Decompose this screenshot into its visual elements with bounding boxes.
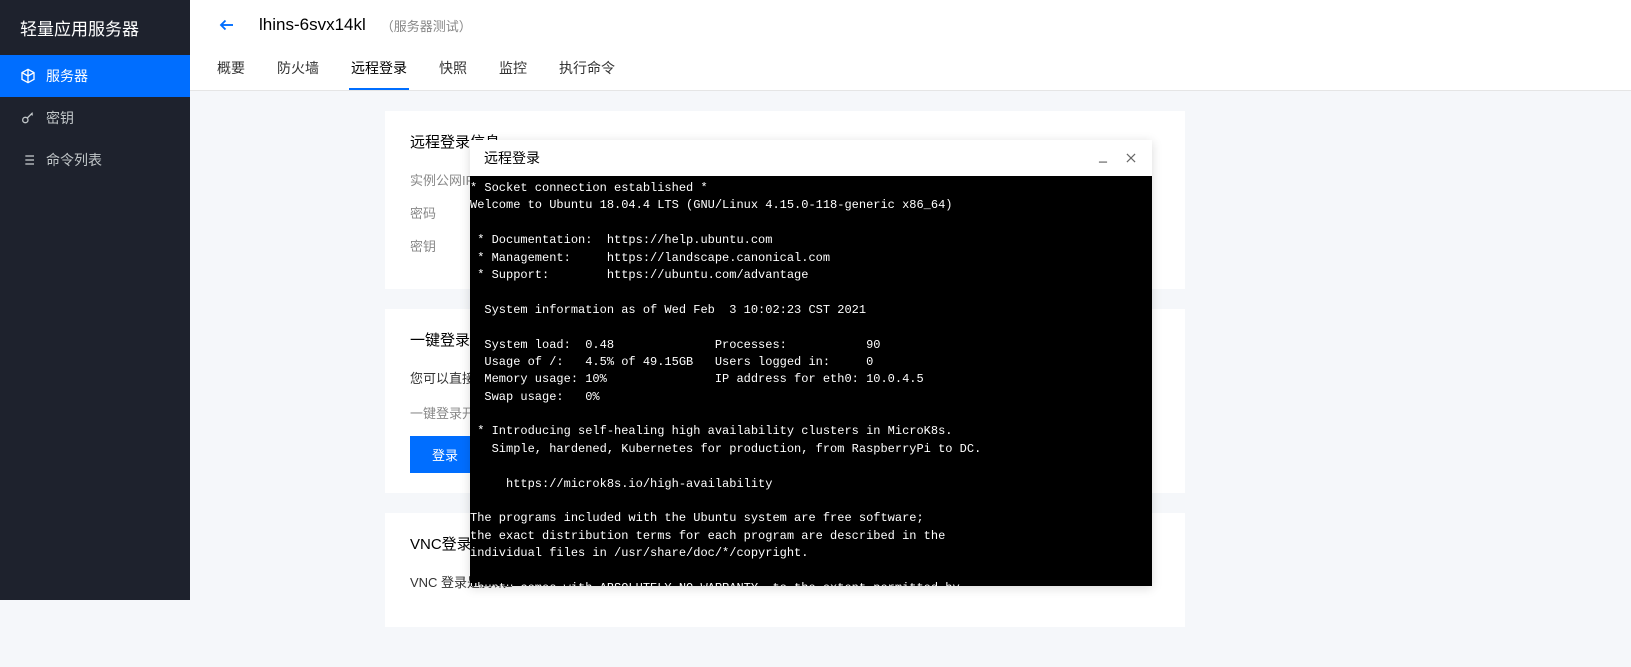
close-icon[interactable] (1124, 151, 1138, 165)
terminal-body[interactable]: * Socket connection established * Welcom… (470, 176, 1152, 586)
header: lhins-6svx14kl （服务器测试） (190, 0, 1631, 50)
page-title: lhins-6svx14kl (259, 15, 366, 35)
sidebar-item-keys[interactable]: 密钥 (0, 97, 190, 139)
sidebar-item-commands[interactable]: 命令列表 (0, 139, 190, 181)
tab-remote-login[interactable]: 远程登录 (349, 50, 409, 90)
terminal-header[interactable]: 远程登录 (470, 140, 1152, 176)
tab-overview[interactable]: 概要 (215, 50, 247, 90)
sidebar-item-label: 密钥 (46, 108, 74, 128)
sidebar: 轻量应用服务器 服务器 密钥 命令列表 (0, 0, 190, 600)
sidebar-item-label: 服务器 (46, 66, 88, 86)
terminal-title: 远程登录 (484, 148, 540, 168)
tab-monitor[interactable]: 监控 (497, 50, 529, 90)
tabs: 概要 防火墙 远程登录 快照 监控 执行命令 (190, 50, 1631, 91)
page-subtitle: （服务器测试） (381, 16, 472, 35)
sidebar-title: 轻量应用服务器 (0, 0, 190, 55)
minimize-icon[interactable] (1096, 151, 1110, 165)
tab-snapshot[interactable]: 快照 (437, 50, 469, 90)
key-icon (20, 110, 36, 126)
list-icon (20, 152, 36, 168)
sidebar-item-label: 命令列表 (46, 150, 102, 170)
tab-firewall[interactable]: 防火墙 (275, 50, 321, 90)
tab-exec-command[interactable]: 执行命令 (557, 50, 617, 90)
terminal-controls (1096, 151, 1138, 165)
back-arrow-icon[interactable] (215, 16, 239, 34)
terminal-window: 远程登录 * Socket connection established * W… (470, 140, 1152, 586)
sidebar-item-servers[interactable]: 服务器 (0, 55, 190, 97)
cube-icon (20, 68, 36, 84)
